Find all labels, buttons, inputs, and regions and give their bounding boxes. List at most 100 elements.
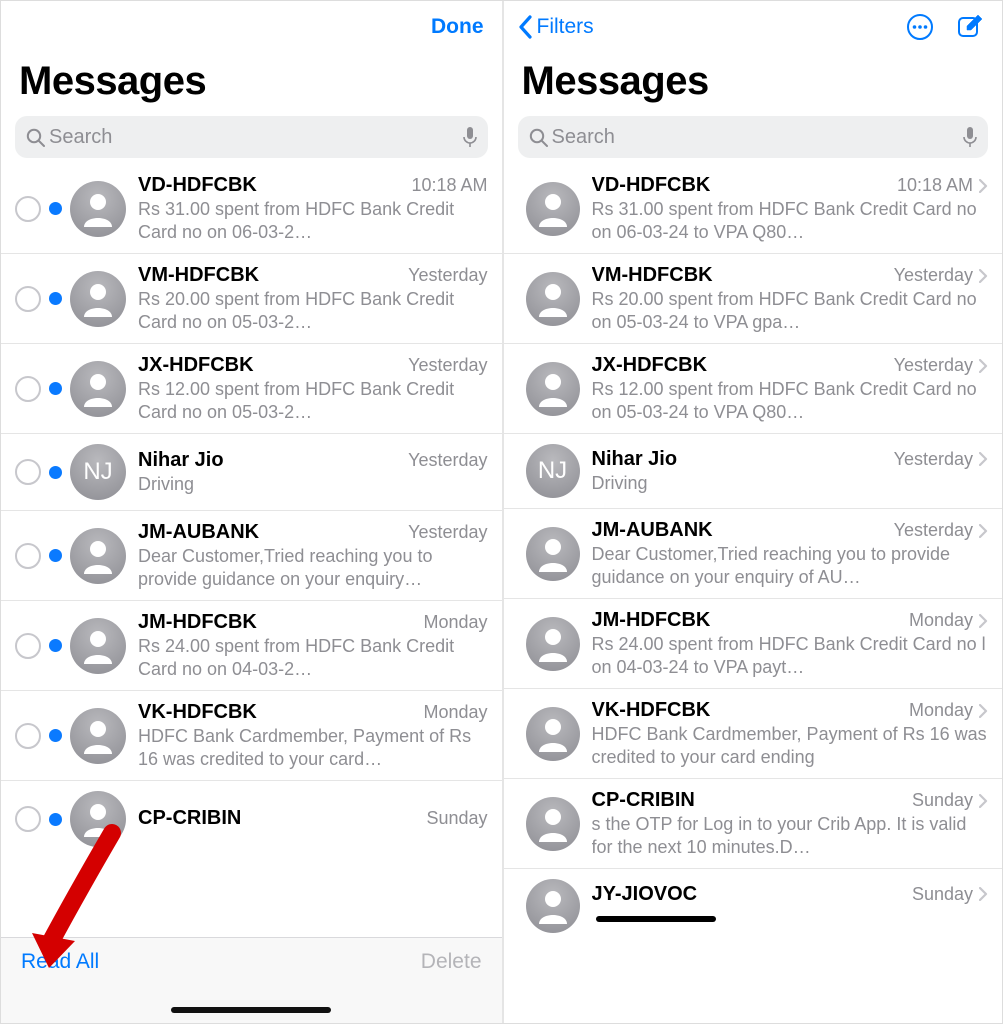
sender-name: Nihar Jio	[138, 449, 224, 472]
conversation-row[interactable]: VD-HDFCBK 10:18 AM Rs 31.00 spent from H…	[1, 164, 502, 253]
timestamp: Yesterday	[894, 520, 988, 541]
timestamp: Monday	[423, 612, 487, 633]
redacted-preview	[596, 916, 716, 922]
unread-dot	[49, 466, 62, 479]
conversation-row[interactable]: JX-HDFCBK Yesterday Rs 12.00 spent from …	[1, 343, 502, 433]
sender-name: VM-HDFCBK	[138, 264, 259, 287]
sender-name: CP-CRIBIN	[138, 807, 241, 830]
conversation-row[interactable]: VM-HDFCBK Yesterday Rs 20.00 spent from …	[504, 253, 1003, 343]
message-preview: Rs 24.00 spent from HDFC Bank Credit Car…	[138, 635, 488, 680]
select-radio[interactable]	[15, 376, 41, 402]
avatar	[70, 708, 126, 764]
mic-icon[interactable]	[462, 126, 478, 148]
avatar	[526, 797, 580, 851]
select-radio[interactable]	[15, 196, 41, 222]
back-button[interactable]: Filters	[518, 15, 594, 39]
conversation-row[interactable]: JM-AUBANK Yesterday Dear Customer,Tried …	[1, 510, 502, 600]
avatar	[526, 879, 580, 933]
timestamp: Monday	[909, 700, 988, 721]
avatar	[526, 362, 580, 416]
more-button[interactable]	[906, 13, 934, 41]
sender-name: VM-HDFCBK	[592, 264, 713, 287]
conversation-row[interactable]: NJ Nihar Jio Yesterday Driving	[504, 433, 1003, 508]
conversation-row[interactable]: JX-HDFCBK Yesterday Rs 12.00 spent from …	[504, 343, 1003, 433]
message-preview: HDFC Bank Cardmember, Payment of Rs 16 w…	[592, 723, 989, 768]
chevron-right-icon	[979, 887, 988, 901]
done-button[interactable]: Done	[431, 15, 484, 39]
avatar	[70, 271, 126, 327]
conversation-row[interactable]: CP-CRIBIN Sunday s the OTP for Log in to…	[504, 778, 1003, 868]
conversation-list: VD-HDFCBK 10:18 AM Rs 31.00 spent from H…	[1, 164, 502, 1023]
conversation-row[interactable]: JM-AUBANK Yesterday Dear Customer,Tried …	[504, 508, 1003, 598]
sender-name: VK-HDFCBK	[592, 699, 711, 722]
sender-name: JX-HDFCBK	[592, 354, 708, 377]
sender-name: JM-AUBANK	[592, 519, 713, 542]
page-title: Messages	[1, 53, 502, 110]
conversation-row[interactable]: VK-HDFCBK Monday HDFC Bank Cardmember, P…	[504, 688, 1003, 778]
timestamp: 10:18 AM	[897, 175, 988, 196]
avatar	[526, 617, 580, 671]
unread-dot	[49, 549, 62, 562]
mic-icon[interactable]	[962, 126, 978, 148]
chevron-right-icon	[979, 359, 988, 373]
select-radio[interactable]	[15, 543, 41, 569]
message-preview: Rs 12.00 spent from HDFC Bank Credit Car…	[592, 378, 989, 423]
timestamp: Sunday	[426, 808, 487, 829]
sender-name: JM-HDFCBK	[138, 611, 257, 634]
unread-dot	[49, 202, 62, 215]
select-radio[interactable]	[15, 723, 41, 749]
conversation-row[interactable]: VD-HDFCBK 10:18 AM Rs 31.00 spent from H…	[504, 164, 1003, 253]
select-radio[interactable]	[15, 806, 41, 832]
unread-dot	[49, 729, 62, 742]
conversation-row[interactable]: JM-HDFCBK Monday Rs 24.00 spent from HDF…	[504, 598, 1003, 688]
message-preview	[592, 907, 989, 930]
search-placeholder: Search	[552, 126, 963, 149]
conversation-row[interactable]: CP-CRIBIN Sunday	[1, 780, 502, 857]
select-radio[interactable]	[15, 633, 41, 659]
select-radio[interactable]	[15, 286, 41, 312]
search-input[interactable]: Search	[15, 116, 488, 158]
unread-dot	[49, 292, 62, 305]
chevron-right-icon	[979, 452, 988, 466]
sender-name: JM-AUBANK	[138, 521, 259, 544]
timestamp: Yesterday	[894, 355, 988, 376]
compose-button[interactable]	[956, 13, 984, 41]
message-preview: Driving	[138, 473, 488, 496]
conversation-list: VD-HDFCBK 10:18 AM Rs 31.00 spent from H…	[504, 164, 1003, 1023]
timestamp: Yesterday	[894, 449, 988, 470]
avatar	[70, 791, 126, 847]
message-preview: Dear Customer,Tried reaching you to prov…	[592, 543, 989, 588]
message-preview: s the OTP for Log in to your Crib App. I…	[592, 813, 989, 858]
sender-name: CP-CRIBIN	[592, 789, 695, 812]
conversation-row[interactable]: VK-HDFCBK Monday HDFC Bank Cardmember, P…	[1, 690, 502, 780]
message-preview: Rs 20.00 spent from HDFC Bank Credit Car…	[592, 288, 989, 333]
search-input[interactable]: Search	[518, 116, 989, 158]
conversation-row[interactable]: NJ Nihar Jio Yesterday Driving	[1, 433, 502, 510]
timestamp: Yesterday	[408, 450, 487, 471]
timestamp: Yesterday	[894, 265, 988, 286]
read-all-button[interactable]: Read All	[21, 950, 99, 974]
chevron-right-icon	[979, 179, 988, 193]
message-preview: HDFC Bank Cardmember, Payment of Rs 16 w…	[138, 725, 488, 770]
sender-name: Nihar Jio	[592, 448, 678, 471]
conversation-row[interactable]: VM-HDFCBK Yesterday Rs 20.00 spent from …	[1, 253, 502, 343]
unread-dot	[49, 813, 62, 826]
timestamp: Sunday	[912, 790, 988, 811]
home-indicator	[171, 1007, 331, 1013]
message-preview: Rs 20.00 spent from HDFC Bank Credit Car…	[138, 288, 488, 333]
avatar: NJ	[526, 444, 580, 498]
timestamp: Yesterday	[408, 355, 487, 376]
conversation-row[interactable]: JM-HDFCBK Monday Rs 24.00 spent from HDF…	[1, 600, 502, 690]
avatar: NJ	[70, 444, 126, 500]
message-preview: Rs 12.00 spent from HDFC Bank Credit Car…	[138, 378, 488, 423]
sender-name: VD-HDFCBK	[592, 174, 711, 197]
delete-button[interactable]: Delete	[421, 950, 482, 974]
back-label: Filters	[537, 15, 594, 39]
chevron-right-icon	[979, 614, 988, 628]
conversation-row[interactable]: JY-JIOVOC Sunday	[504, 868, 1003, 943]
navbar-edit: Done	[1, 1, 502, 53]
chevron-right-icon	[979, 524, 988, 538]
select-radio[interactable]	[15, 459, 41, 485]
message-preview: Dear Customer,Tried reaching you to prov…	[138, 545, 488, 590]
avatar	[70, 528, 126, 584]
